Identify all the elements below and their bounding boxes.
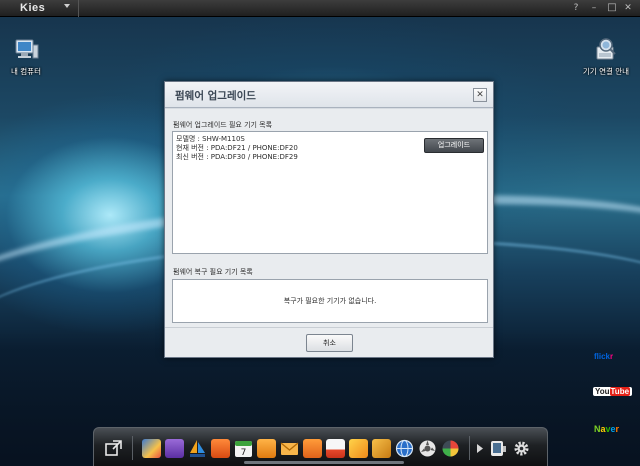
desktop-icon-label: 기기 연결 안내 bbox=[582, 67, 630, 76]
desktop-icon-device-guide[interactable]: 기기 연결 안내 bbox=[576, 37, 636, 77]
firmware-upgrade-dialog: 펌웨어 업그레이드 ✕ 펌웨어 업그레이드 필요 기기 목록 모델명 : SHW… bbox=[164, 81, 494, 358]
photo-album-icon[interactable] bbox=[142, 439, 161, 458]
latest-version: 최신 버전 : PDA:DF30 / PHONE:DF29 bbox=[176, 153, 298, 161]
settings-gear-icon[interactable] bbox=[512, 439, 531, 458]
external-link-icon[interactable] bbox=[104, 439, 123, 458]
globe-icon[interactable] bbox=[395, 439, 414, 458]
flickr-logo-icon[interactable]: flickr bbox=[594, 352, 613, 361]
recovery-section-label: 펌웨어 복구 필요 기기 목록 bbox=[173, 268, 253, 276]
cancel-button[interactable]: 취소 bbox=[306, 334, 353, 352]
recycle-icon[interactable] bbox=[418, 439, 437, 458]
my-computer-icon bbox=[13, 37, 39, 63]
video-icon[interactable] bbox=[372, 439, 391, 458]
play-arrow-icon[interactable] bbox=[475, 439, 485, 458]
dialog-body: 펌웨어 업그레이드 필요 기기 목록 모델명 : SHW-M110S 현재 버전… bbox=[165, 109, 493, 357]
recovery-device-list: 복구가 필요한 기기가 없습니다. bbox=[172, 279, 488, 323]
app-menu-arrow-icon[interactable] bbox=[64, 4, 70, 8]
minimize-button[interactable]: – bbox=[588, 2, 600, 14]
mail-icon[interactable] bbox=[280, 439, 299, 458]
app-titlebar: Kies ? – □ ✕ bbox=[0, 0, 640, 17]
calendar-icon[interactable]: 7 bbox=[234, 439, 253, 458]
desktop-icon-label: 내 컴퓨터 bbox=[11, 67, 41, 76]
phone-icon[interactable] bbox=[211, 439, 230, 458]
recovery-empty-message: 복구가 필요한 기기가 없습니다. bbox=[283, 297, 377, 305]
music-note-icon[interactable] bbox=[257, 439, 276, 458]
close-button[interactable]: ✕ bbox=[622, 2, 634, 14]
dialog-close-button[interactable]: ✕ bbox=[473, 88, 487, 102]
dialog-titlebar: 펌웨어 업그레이드 ✕ bbox=[165, 82, 493, 108]
dialog-title: 펌웨어 업그레이드 bbox=[175, 90, 256, 102]
dock-separator bbox=[132, 436, 133, 460]
desktop-icon-my-computer[interactable]: 내 컴퓨터 bbox=[0, 37, 56, 77]
upgrade-device-list: 모델명 : SHW-M110S 현재 버전 : PDA:DF21 / PHONE… bbox=[172, 131, 488, 254]
upgrade-button[interactable]: 업그레이드 bbox=[424, 138, 484, 153]
schedule-icon[interactable] bbox=[326, 439, 345, 458]
youtube-logo-icon[interactable]: YouTube bbox=[593, 387, 633, 396]
dock-scrollbar[interactable] bbox=[244, 461, 404, 464]
help-button[interactable]: ? bbox=[570, 2, 582, 14]
naver-logo-icon[interactable]: Naver bbox=[594, 424, 619, 434]
device-connection-guide-icon bbox=[593, 37, 619, 63]
media-bag-icon[interactable] bbox=[165, 439, 184, 458]
device-icon[interactable] bbox=[489, 439, 508, 458]
svg-text:7: 7 bbox=[241, 448, 247, 458]
maximize-button[interactable]: □ bbox=[606, 2, 618, 14]
gallery-icon[interactable] bbox=[349, 439, 368, 458]
memo-icon[interactable] bbox=[303, 439, 322, 458]
dock-separator bbox=[469, 436, 470, 460]
dialog-footer-divider bbox=[165, 327, 493, 328]
titlebar-separator bbox=[78, 0, 79, 17]
upgrade-section-label: 펌웨어 업그레이드 필요 기기 목록 bbox=[173, 121, 273, 129]
palette-icon[interactable] bbox=[441, 439, 460, 458]
kies-logo[interactable]: Kies bbox=[20, 1, 45, 16]
bottom-dock: 7 bbox=[93, 427, 548, 466]
sailboat-icon[interactable] bbox=[188, 439, 207, 458]
